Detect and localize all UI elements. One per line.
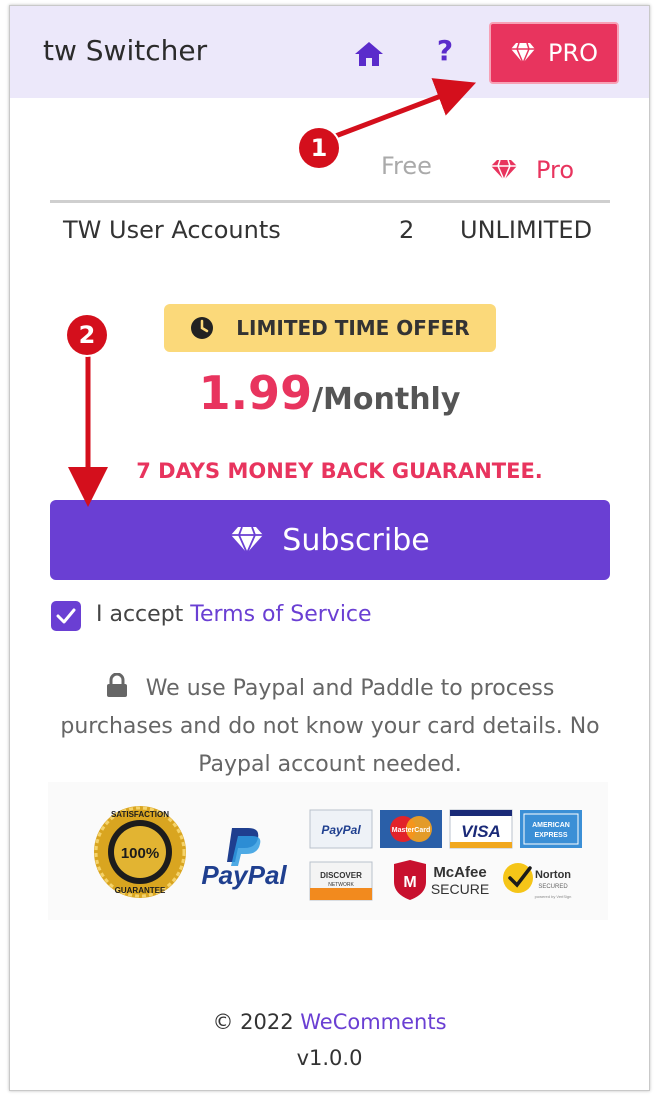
accept-text: I accept [96,602,191,627]
feature-free-value: 2 [399,216,415,244]
terms-checkbox[interactable] [51,601,81,631]
table-divider [50,200,610,203]
header-bar: tw Switcher ? PRO [10,6,649,98]
paypal-card: PayPal [309,809,373,849]
company-link[interactable]: WeComments [300,1010,446,1034]
satisfaction-seal: SATISFACTION 100% GUARANTEE [94,806,186,898]
mcafee-line1: McAfee [433,864,486,881]
subscribe-button[interactable]: Subscribe [50,500,610,580]
feature-label: TW User Accounts [63,216,281,244]
diamond-icon [510,42,535,64]
pro-button-label: PRO [547,39,599,67]
paypal-logo: PayPal [201,828,287,890]
amex-line2: EXPRESS [534,832,567,839]
footer-copyright: © 2022 WeComments [10,1010,649,1034]
offer-label: LIMITED TIME OFFER [236,316,470,340]
limited-offer-badge: LIMITED TIME OFFER [164,304,496,352]
terms-acceptance: I accept Terms of Service [96,602,372,627]
mastercard-card: MasterCard [380,810,442,848]
checkmark-icon [56,608,76,624]
clock-icon [191,317,214,339]
payment-badges: SATISFACTION 100% GUARANTEE PayPal PayPa… [48,782,608,920]
price-period: /Monthly [312,382,461,417]
amex-card: AMERICAN EXPRESS [520,810,582,848]
extension-popup: tw Switcher ? PRO Free Pro TW User Accou… [9,5,650,1091]
step-marker-2: 2 [67,315,107,355]
pro-button[interactable]: PRO [489,22,619,84]
seal-bottom-text: GUARANTEE [115,886,166,895]
lock-icon [106,673,127,697]
norton-line2: SECURED [538,884,568,890]
discover-card: DISCOVER NETWORK [309,861,373,901]
app-title: tw Switcher [43,34,208,67]
free-column-header: Free [381,152,432,180]
visa-card: VISA [449,809,513,849]
money-back-guarantee: 7 DAYS MONEY BACK GUARANTEE. [136,459,543,483]
price-value: 1.99 [198,366,313,420]
step-marker-1: 1 [299,128,339,168]
home-icon [355,42,383,66]
paypal-logo-text: PayPal [201,860,287,890]
security-notice: We use Paypal and Paddle to process purc… [50,670,610,784]
norton-badge: Norton SECURED powered by VeriSign [503,863,571,899]
amex-line1: AMERICAN [532,822,570,829]
norton-line3: powered by VeriSign [535,894,572,899]
norton-line1: Norton [535,869,571,881]
subscribe-label: Subscribe [282,522,430,558]
copyright-text: © 2022 [212,1010,301,1034]
seal-top-text: SATISFACTION [111,810,169,819]
pro-column-label: Pro [536,156,575,184]
price-display: 1.99/Monthly [10,366,649,420]
mastercard-text: MasterCard [392,827,431,834]
paypal-card-text: PayPal [321,823,361,837]
help-button[interactable]: ? [430,34,460,70]
home-button[interactable] [352,37,386,71]
diamond-icon [491,159,517,181]
payment-badges-graphic: SATISFACTION 100% GUARANTEE PayPal PayPa… [94,806,582,901]
seal-mid-text: 100% [121,845,159,862]
svg-text:M: M [403,874,416,891]
terms-link[interactable]: Terms of Service [190,602,371,627]
diamond-icon [231,526,264,554]
mcafee-line2: SECURE [431,881,489,897]
discover-line1: DISCOVER [320,871,362,880]
security-text: We use Paypal and Paddle to process purc… [60,676,600,777]
visa-text: VISA [461,822,501,841]
version-label: v1.0.0 [296,1046,363,1070]
mcafee-badge: M McAfee SECURE [394,860,489,900]
feature-pro-value: UNLIMITED [460,216,593,244]
pro-column-header: Pro [490,156,574,184]
discover-line2: NETWORK [328,882,354,888]
